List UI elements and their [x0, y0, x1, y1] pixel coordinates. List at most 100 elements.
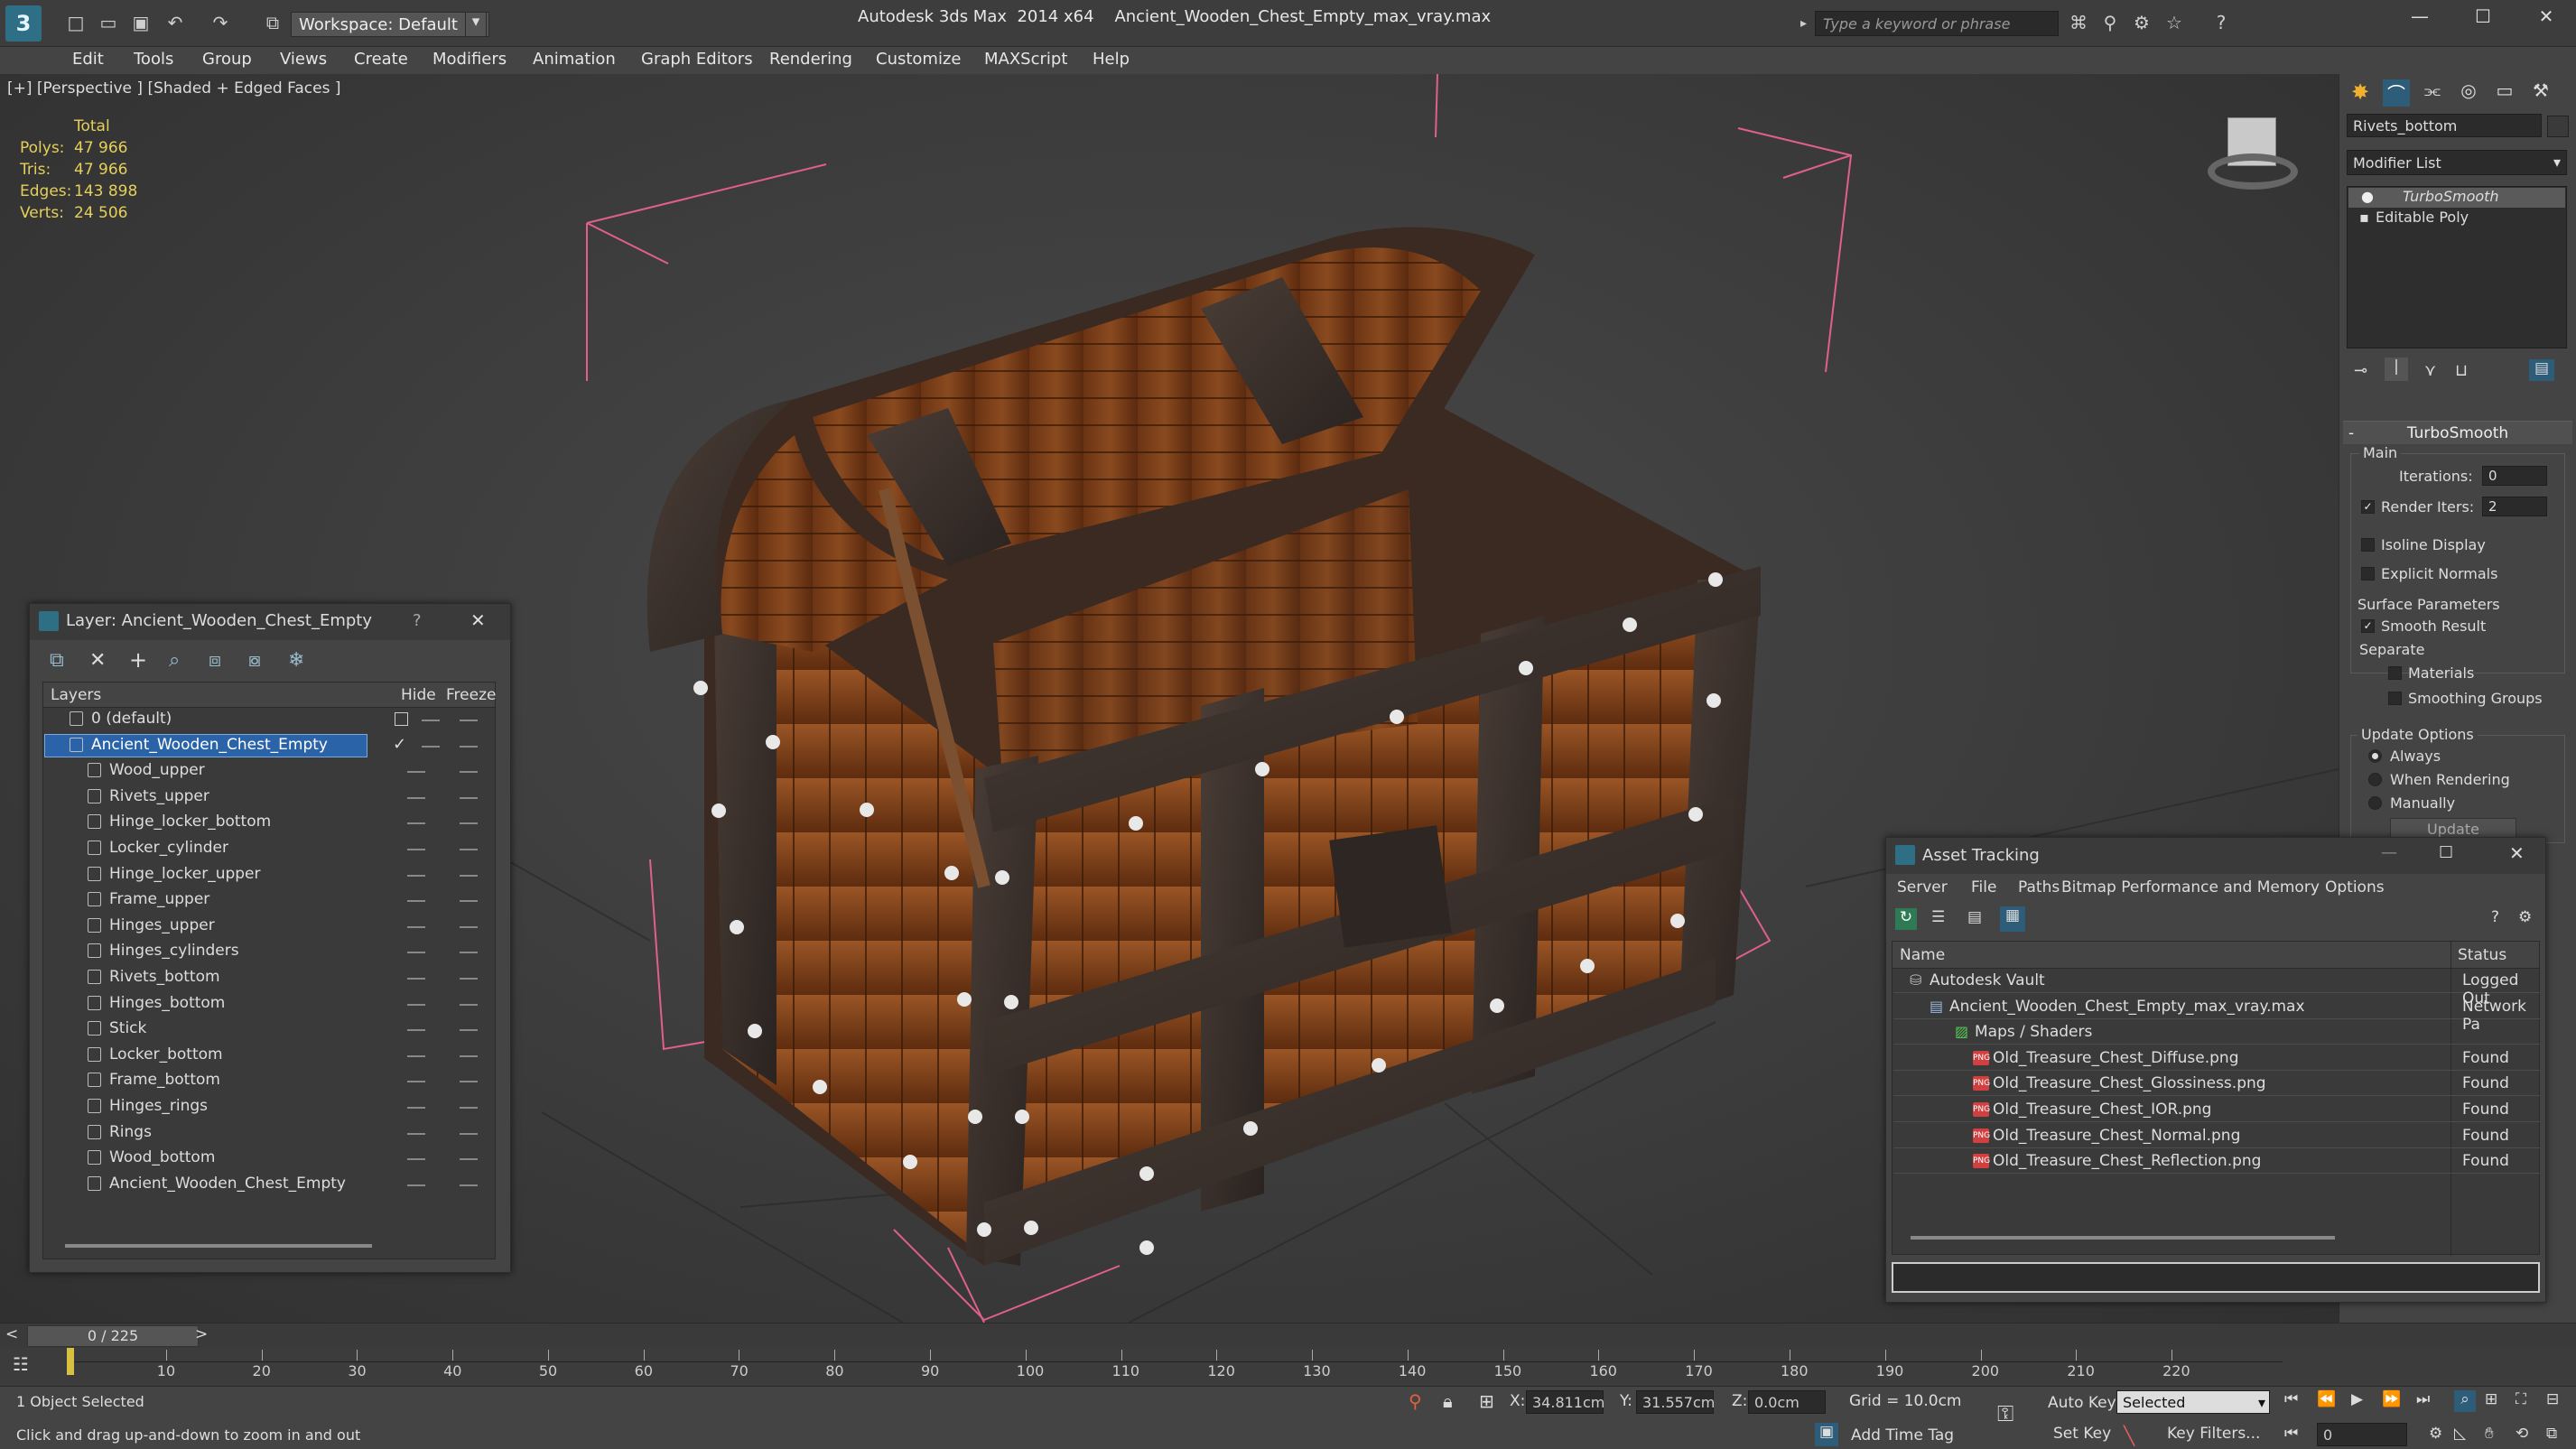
layer-object-row[interactable]: Rivets_upper	[42, 785, 496, 810]
hide-toggle[interactable]	[407, 1003, 425, 1006]
isolate-icon[interactable]: ⚲	[1409, 1390, 1422, 1412]
asset-row[interactable]: ▨ Maps / Shaders	[1893, 1019, 2540, 1045]
freeze-all-layers-icon[interactable]: ❄	[288, 649, 304, 672]
asset-help-icon[interactable]: ?	[2491, 908, 2499, 926]
set-key-icon[interactable]: ⚿	[1997, 1401, 2013, 1426]
menu-tools[interactable]: Tools	[134, 50, 173, 69]
orbit-icon[interactable]: ⟲	[2516, 1425, 2528, 1443]
materials-checkbox[interactable]	[2388, 666, 2402, 680]
time-slider-thumb[interactable]: 0 / 225	[27, 1325, 199, 1347]
menu-graph-editors[interactable]: Graph Editors	[641, 50, 753, 69]
menu-modifiers[interactable]: Modifiers	[432, 50, 507, 69]
freeze-toggle[interactable]	[460, 1029, 478, 1032]
layer-object-row[interactable]: Wood_bottom	[42, 1146, 496, 1171]
hide-toggle[interactable]	[407, 1081, 425, 1083]
zoom-extents-all-icon[interactable]: ⊟	[2546, 1390, 2559, 1408]
y-coord-field[interactable]: 31.557cm	[1636, 1390, 1715, 1414]
when-rendering-radio[interactable]	[2368, 773, 2382, 786]
layer-dialog-help-icon[interactable]: ?	[413, 611, 422, 630]
favorites-star-icon[interactable]: ☆	[2163, 13, 2185, 33]
hide-toggle[interactable]	[407, 822, 425, 825]
menu-customize[interactable]: Customize	[876, 50, 961, 69]
isoline-checkbox[interactable]	[2361, 538, 2375, 552]
freeze-toggle[interactable]	[460, 1003, 478, 1006]
prev-frame-icon[interactable]: ⏪	[2317, 1390, 2336, 1408]
create-tab-icon[interactable]: ✸	[2347, 79, 2374, 107]
auto-key-button[interactable]: Auto Key	[2048, 1394, 2116, 1412]
always-radio[interactable]	[2368, 749, 2382, 763]
hide-toggle[interactable]	[407, 771, 425, 774]
freeze-toggle[interactable]	[460, 822, 478, 825]
lightbulb-icon[interactable]: ●	[2361, 188, 2374, 205]
turbosmooth-rollout-header[interactable]: - TurboSmooth	[2343, 421, 2572, 444]
freeze-toggle[interactable]	[460, 796, 478, 799]
hide-toggle[interactable]	[422, 720, 440, 721]
open-file-icon[interactable]: ▭	[98, 13, 119, 33]
layer-object-row[interactable]: Rings	[42, 1120, 496, 1146]
asset-row[interactable]: PNG Old_Treasure_Chest_Diffuse.png Found	[1893, 1045, 2540, 1071]
object-color-swatch[interactable]	[2547, 116, 2569, 137]
goto-end-icon[interactable]: ⏭	[2416, 1390, 2430, 1408]
utilities-tab-icon[interactable]: ⚒	[2527, 79, 2554, 107]
zoom-icon[interactable]: ⌕	[2454, 1390, 2476, 1412]
time-cursor[interactable]	[67, 1348, 74, 1375]
zoom-all-icon[interactable]: ⊞	[2485, 1390, 2497, 1408]
layer-dialog-title-bar[interactable]: Layer: Ancient_Wooden_Chest_Empty ? ✕	[30, 604, 510, 640]
freeze-toggle[interactable]	[460, 900, 478, 903]
freeze-toggle[interactable]	[460, 1158, 478, 1161]
show-end-result-icon[interactable]: |	[2385, 358, 2408, 381]
time-tag-icon[interactable]: ▣	[1815, 1423, 1838, 1446]
freeze-toggle[interactable]	[460, 874, 478, 877]
hide-toggle[interactable]	[407, 1158, 425, 1161]
set-key-button[interactable]: Set Key	[2053, 1425, 2111, 1443]
viewcube-icon[interactable]	[2208, 117, 2298, 199]
project-folder-icon[interactable]: ⧉	[262, 13, 284, 33]
asset-row[interactable]: PNG Old_Treasure_Chest_IOR.png Found	[1893, 1097, 2540, 1122]
col-layers[interactable]: Layers	[51, 686, 101, 704]
asset-row[interactable]: PNG Old_Treasure_Chest_Normal.png Found	[1893, 1123, 2540, 1148]
layer-row[interactable]: Ancient_Wooden_Chest_Empty ✓	[42, 733, 496, 758]
remove-modifier-icon[interactable]: ⊔	[2455, 361, 2468, 380]
layer-object-row[interactable]: Hinges_bottom	[42, 991, 496, 1017]
play-icon[interactable]: ▶	[2351, 1390, 2363, 1408]
hide-toggle[interactable]	[407, 1054, 425, 1057]
asset-row[interactable]: PNG Old_Treasure_Chest_Glossiness.png Foun…	[1893, 1071, 2540, 1097]
layer-object-row[interactable]: Frame_bottom	[42, 1068, 496, 1093]
mini-curve-editor-icon[interactable]: ☷	[13, 1353, 29, 1375]
new-file-icon[interactable]: □	[65, 13, 87, 33]
layer-object-row[interactable]: Ancient_Wooden_Chest_Empty	[42, 1172, 496, 1197]
layer-row[interactable]: 0 (default)	[42, 707, 496, 732]
freeze-toggle[interactable]	[460, 925, 478, 928]
highlight-layer-icon[interactable]: ⧈	[209, 649, 221, 672]
search-input[interactable]: Type a keyword or phrase	[1815, 11, 2059, 36]
maximize-icon[interactable]: ☐	[2465, 5, 2501, 36]
freeze-toggle[interactable]	[460, 720, 478, 721]
freeze-toggle[interactable]	[460, 978, 478, 980]
search-arrow-button[interactable]: ▸	[1800, 11, 1815, 36]
stack-item-turbosmooth[interactable]: ● TurboSmooth	[2348, 188, 2565, 208]
layer-object-row[interactable]: Locker_bottom	[42, 1043, 496, 1068]
hide-toggle[interactable]	[407, 1029, 425, 1032]
layer-object-row[interactable]: Hinges_cylinders	[42, 939, 496, 964]
layer-object-row[interactable]: Hinge_locker_upper	[42, 862, 496, 887]
modifier-list-dropdown[interactable]: Modifier List ▾	[2347, 150, 2567, 175]
hide-toggle[interactable]	[407, 874, 425, 877]
active-layer-check-icon[interactable]: ✓	[393, 735, 406, 754]
menu-maxscript[interactable]: MAXScript	[984, 50, 1067, 69]
hide-toggle[interactable]	[422, 745, 440, 748]
minimize-icon[interactable]: —	[2402, 5, 2438, 36]
x-coord-field[interactable]: 34.811cm	[1526, 1390, 1604, 1414]
freeze-toggle[interactable]	[460, 952, 478, 954]
save-file-icon[interactable]: ▣	[130, 13, 152, 33]
menu-views[interactable]: Views	[280, 50, 327, 69]
selection-set-dropdown[interactable]: Selected ▾	[2116, 1390, 2270, 1414]
time-prev-icon[interactable]: <	[5, 1325, 18, 1343]
hide-toggle[interactable]	[407, 978, 425, 980]
freeze-toggle[interactable]	[460, 771, 478, 774]
delete-layer-icon[interactable]: ✕	[89, 649, 106, 672]
freeze-toggle[interactable]	[460, 849, 478, 850]
asset-row[interactable]: ⛁ Autodesk Vault Logged Out	[1893, 968, 2540, 1008]
display-tab-icon[interactable]: ▭	[2491, 79, 2518, 107]
freeze-toggle[interactable]	[460, 1132, 478, 1135]
render-iters-checkbox[interactable]: ✓	[2361, 500, 2375, 514]
